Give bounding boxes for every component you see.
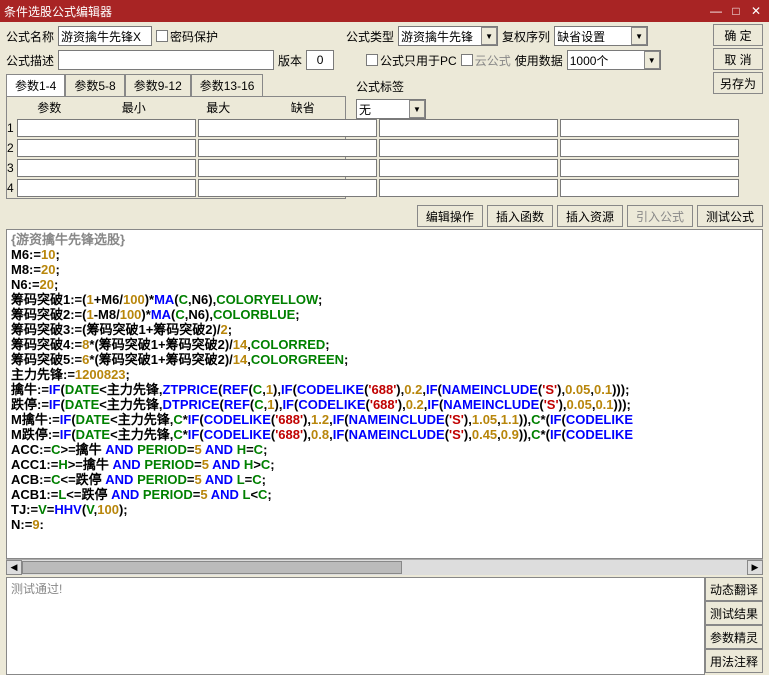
param-row: 3 [7,158,345,178]
insert-res-button[interactable]: 插入资源 [557,205,623,227]
param-header: 最大 [176,97,261,118]
param-tab[interactable]: 参数5-8 [65,74,124,96]
formula-type-select[interactable]: 游资擒牛先锋▼ [398,26,498,46]
param-input[interactable] [17,139,196,157]
close-icon[interactable]: ✕ [747,3,765,19]
version-label: 版本 [278,52,302,69]
maximize-icon[interactable]: □ [727,3,745,19]
side-button[interactable]: 参数精灵 [705,625,763,649]
cloud-formula-checkbox[interactable]: 云公式 [461,52,511,69]
window-title: 条件选股公式编辑器 [4,3,705,20]
pc-only-checkbox[interactable]: 公式只用于PC [366,52,457,69]
ok-button[interactable]: 确 定 [713,24,763,46]
scroll-right-icon[interactable]: ▶ [747,560,763,575]
horizontal-scrollbar[interactable]: ◀ ▶ [6,559,763,575]
version-input[interactable] [306,50,334,70]
param-tab[interactable]: 参数1-4 [6,74,65,96]
import-formula-button[interactable]: 引入公式 [627,205,693,227]
param-input[interactable] [17,159,196,177]
param-row: 1 [7,118,345,138]
use-data-select[interactable]: 1000个▼ [567,50,661,70]
edit-op-button[interactable]: 编辑操作 [417,205,483,227]
pwd-protect-checkbox[interactable]: 密码保护 [156,28,218,45]
reset-seq-select[interactable]: 缺省设置▼ [554,26,648,46]
param-header: 缺省 [261,97,346,118]
param-row: 2 [7,138,345,158]
chevron-down-icon: ▼ [631,27,647,45]
chevron-down-icon: ▼ [409,100,425,118]
minimize-icon[interactable]: — [707,3,725,19]
test-formula-button[interactable]: 测试公式 [697,205,763,227]
side-button[interactable]: 测试结果 [705,601,763,625]
param-input[interactable] [17,179,196,197]
reset-seq-label: 复权序列 [502,28,550,45]
code-editor[interactable]: {游资擒牛先锋选股}M6:=10;M8:=20;N6:=20;筹码突破1:=(1… [6,229,763,559]
formula-desc-input[interactable] [58,50,274,70]
formula-desc-label: 公式描述 [6,52,54,69]
insert-fn-button[interactable]: 插入函数 [487,205,553,227]
param-tab[interactable]: 参数13-16 [191,74,264,96]
save-as-button[interactable]: 另存为 [713,72,763,94]
param-header: 最小 [92,97,177,118]
chevron-down-icon: ▼ [644,51,660,69]
formula-name-label: 公式名称 [6,28,54,45]
formula-tag-select[interactable]: 无▼ [356,99,426,119]
param-tab[interactable]: 参数9-12 [125,74,191,96]
output-panel: 测试通过! [6,577,705,675]
param-row: 4 [7,178,345,198]
scroll-left-icon[interactable]: ◀ [6,560,22,575]
scrollbar-thumb[interactable] [22,561,402,574]
chevron-down-icon: ▼ [481,27,497,45]
side-button[interactable]: 用法注释 [705,649,763,673]
param-header: 参数 [7,97,92,118]
side-button[interactable]: 动态翻译 [705,577,763,601]
param-input[interactable] [17,119,196,137]
use-data-label: 使用数据 [515,52,563,69]
formula-tag-label: 公式标签 [356,78,404,95]
titlebar: 条件选股公式编辑器 — □ ✕ [0,0,769,22]
cancel-button[interactable]: 取 消 [713,48,763,70]
formula-name-input[interactable] [58,26,152,46]
formula-type-label: 公式类型 [346,28,394,45]
